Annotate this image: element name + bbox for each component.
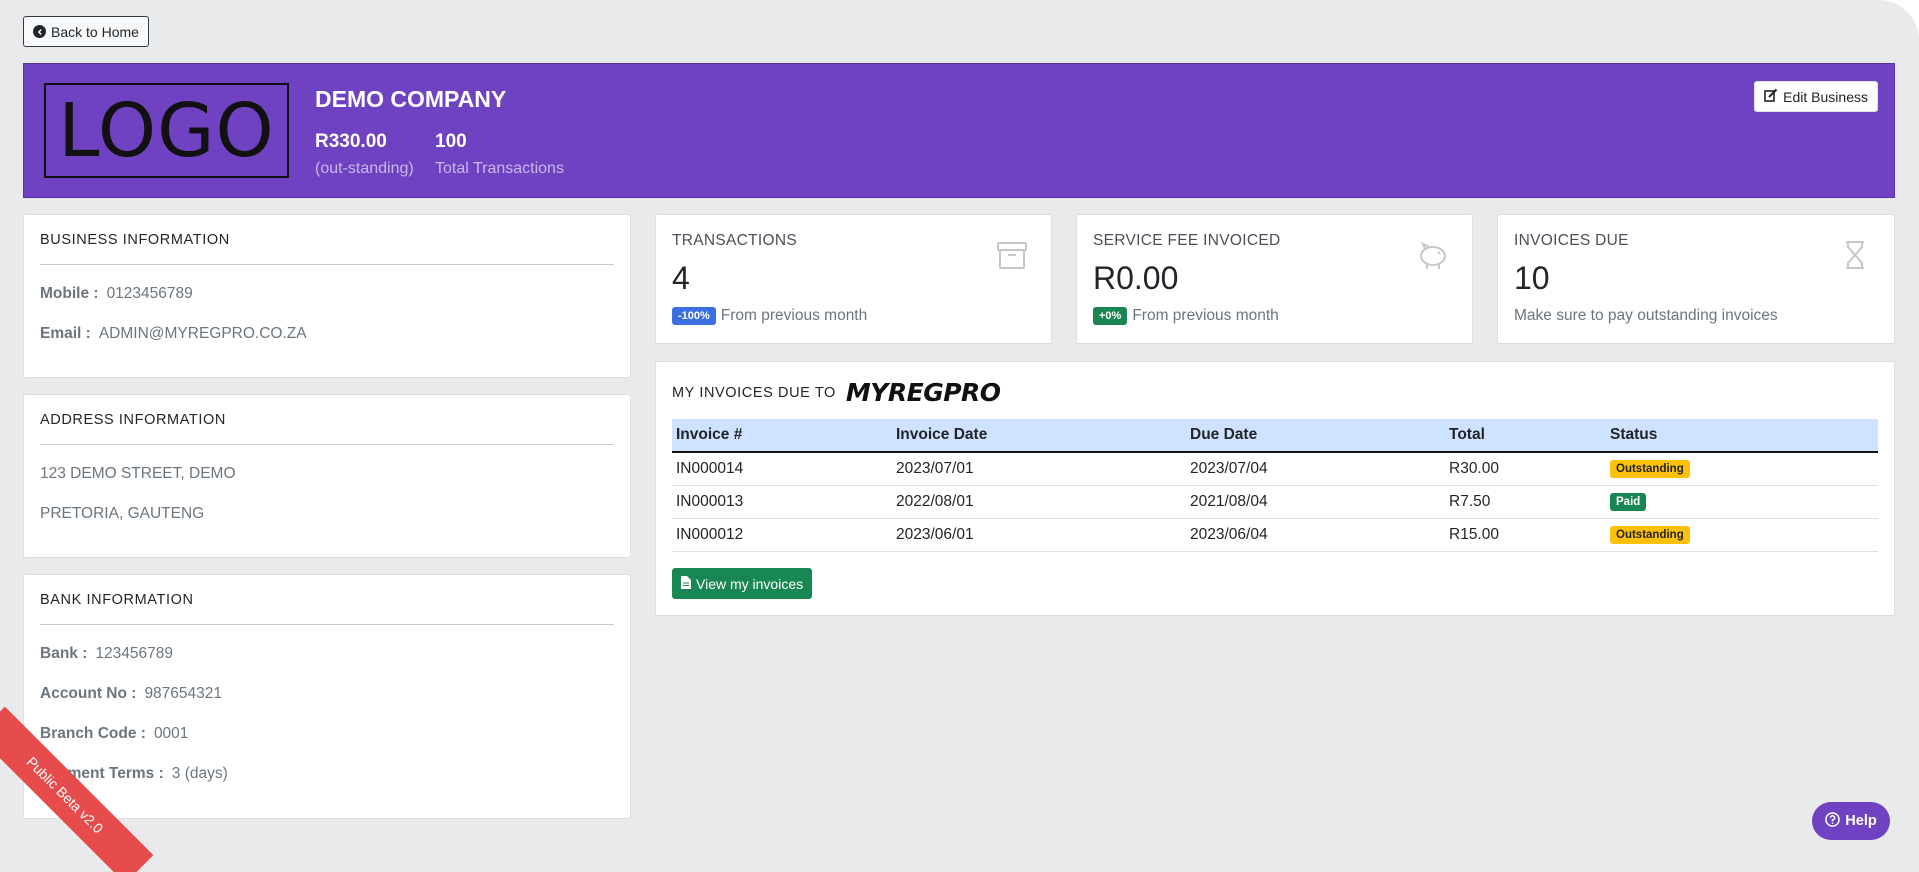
- bank-value: 123456789: [95, 645, 173, 662]
- column-header: Due Date: [1186, 419, 1445, 453]
- total-transactions-value: 100: [435, 131, 467, 152]
- stat-footer-text: Make sure to pay outstanding invoices: [1514, 307, 1778, 324]
- percent-change-badge: +0%: [1093, 307, 1128, 325]
- status-badge: Outstanding: [1610, 460, 1690, 479]
- column-header: Invoice Date: [892, 419, 1186, 453]
- account-value: 987654321: [144, 685, 223, 702]
- account-label: Account No :: [40, 685, 137, 702]
- myregpro-logo: MYREGPRO: [845, 378, 1001, 407]
- back-to-home-button[interactable]: Back to Home: [23, 16, 149, 47]
- edit-icon: [1764, 88, 1778, 105]
- business-banner: LOGO DEMO COMPANY R330.00 (out-standing)…: [23, 63, 1895, 198]
- arrow-left-circle-icon: [33, 25, 46, 38]
- percent-change-badge: -100%: [672, 307, 716, 325]
- divider: [40, 624, 614, 625]
- archive-icon: [997, 242, 1027, 269]
- invoice-date: 2023/06/01: [892, 518, 1186, 552]
- email-row: Email : ADMIN@MYREGPRO.CO.ZA: [40, 325, 307, 343]
- invoices-due-stat-card: INVOICES DUE 10 Make sure to pay outstan…: [1497, 214, 1895, 344]
- invoice-total: R30.00: [1445, 452, 1606, 486]
- view-my-invoices-button[interactable]: View my invoices: [672, 568, 813, 599]
- due-date: 2021/08/04: [1186, 485, 1445, 519]
- help-button[interactable]: Help: [1812, 802, 1890, 840]
- invoice-number: IN000012: [672, 518, 892, 552]
- invoices-title: MY INVOICES DUE TO: [672, 384, 836, 401]
- transactions-stat-card: TRANSACTIONS 4 -100% From previous month: [655, 214, 1052, 344]
- stat-value: R0.00: [1093, 260, 1179, 296]
- stat-footer-text: From previous month: [720, 307, 868, 324]
- company-logo: LOGO: [44, 83, 289, 178]
- address-line-1: 123 DEMO STREET, DEMO: [40, 465, 236, 482]
- outstanding-label: (out-standing): [315, 160, 414, 177]
- table-row: IN000014 2023/07/01 2023/07/04 R30.00 Ou…: [672, 452, 1878, 486]
- invoice-number: IN000014: [672, 452, 892, 486]
- back-to-home-label: Back to Home: [51, 23, 139, 40]
- due-date: 2023/07/04: [1186, 452, 1445, 486]
- stat-footer-text: From previous month: [1132, 307, 1279, 324]
- column-header: Status: [1606, 419, 1878, 453]
- stat-title: SERVICE FEE INVOICED: [1093, 232, 1281, 249]
- file-icon: [681, 575, 691, 592]
- status-badge: Outstanding: [1610, 526, 1690, 544]
- address-line-2: PRETORIA, GAUTENG: [40, 505, 205, 522]
- invoice-number: IN000013: [672, 485, 892, 519]
- branch-value: 0001: [153, 725, 189, 742]
- address-information-card: ADDRESS INFORMATION 123 DEMO STREET, DEM…: [23, 394, 631, 558]
- column-header: Invoice #: [672, 419, 892, 453]
- bank-label: Bank :: [40, 645, 88, 662]
- bank-information-card: BANK INFORMATION Bank : 123456789 Account…: [23, 574, 631, 819]
- service-fee-stat-card: SERVICE FEE INVOICED R0.00 +0% From prev…: [1076, 214, 1473, 344]
- table-header-row: Invoice # Invoice Date Due Date Total St…: [672, 419, 1878, 453]
- status-cell: Outstanding: [1606, 518, 1878, 552]
- total-transactions-label: Total Transactions: [435, 160, 564, 177]
- stat-value: 10: [1514, 260, 1550, 296]
- address-information-title: ADDRESS INFORMATION: [40, 412, 226, 428]
- branch-label: Branch Code :: [40, 725, 146, 742]
- payment-terms-value: 3 (days): [171, 765, 228, 782]
- email-label: Email :: [40, 325, 91, 342]
- bank-row: Bank : 123456789: [40, 645, 173, 663]
- stat-footer: +0% From previous month: [1093, 307, 1279, 325]
- stat-title: TRANSACTIONS: [672, 232, 798, 249]
- business-information-card: BUSINESS INFORMATION Mobile :0123456789 …: [23, 214, 631, 378]
- invoice-date: 2022/08/01: [892, 485, 1186, 519]
- hourglass-icon: [1846, 241, 1864, 269]
- help-label: Help: [1845, 813, 1877, 829]
- table-row: IN000012 2023/06/01 2023/06/04 R15.00 Ou…: [672, 518, 1878, 552]
- branch-row: Branch Code : 0001: [40, 725, 188, 743]
- divider: [40, 444, 614, 445]
- invoice-total: R7.50: [1445, 485, 1606, 519]
- company-name: DEMO COMPANY: [315, 86, 507, 112]
- invoices-table: Invoice # Invoice Date Due Date Total St…: [672, 419, 1878, 552]
- invoices-header: MY INVOICES DUE TO MYREGPRO: [672, 378, 1001, 407]
- edit-business-label: Edit Business: [1783, 88, 1868, 105]
- stat-footer: Make sure to pay outstanding invoices: [1514, 307, 1778, 325]
- business-information-title: BUSINESS INFORMATION: [40, 232, 230, 248]
- divider: [40, 264, 614, 265]
- mobile-value: 0123456789: [106, 285, 193, 302]
- email-value: ADMIN@MYREGPRO.CO.ZA: [98, 325, 307, 342]
- invoice-date: 2023/07/01: [892, 452, 1186, 486]
- table-row: IN000013 2022/08/01 2021/08/04 R7.50 Pai…: [672, 485, 1878, 519]
- page-frame: Back to Home LOGO DEMO COMPANY R330.00 (…: [0, 0, 1919, 872]
- stat-title: INVOICES DUE: [1514, 232, 1629, 249]
- stat-footer: -100% From previous month: [672, 307, 867, 325]
- status-cell: Paid: [1606, 485, 1878, 519]
- invoice-total: R15.00: [1445, 518, 1606, 552]
- account-row: Account No : 987654321: [40, 685, 222, 703]
- outstanding-amount: R330.00: [315, 131, 387, 152]
- invoices-card: MY INVOICES DUE TO MYREGPRO Invoice # In…: [655, 361, 1895, 616]
- piggy-bank-icon: [1420, 241, 1446, 269]
- view-my-invoices-label: View my invoices: [696, 575, 804, 592]
- edit-business-button[interactable]: Edit Business: [1754, 81, 1878, 112]
- bank-information-title: BANK INFORMATION: [40, 592, 194, 608]
- stat-value: 4: [672, 260, 690, 296]
- due-date: 2023/06/04: [1186, 518, 1445, 552]
- question-circle-icon: [1825, 811, 1841, 831]
- mobile-label: Mobile :: [40, 285, 99, 302]
- status-cell: Outstanding: [1606, 452, 1878, 486]
- status-badge: Paid: [1610, 493, 1647, 511]
- mobile-row: Mobile : 0123456789: [40, 285, 193, 303]
- column-header: Total: [1445, 419, 1606, 453]
